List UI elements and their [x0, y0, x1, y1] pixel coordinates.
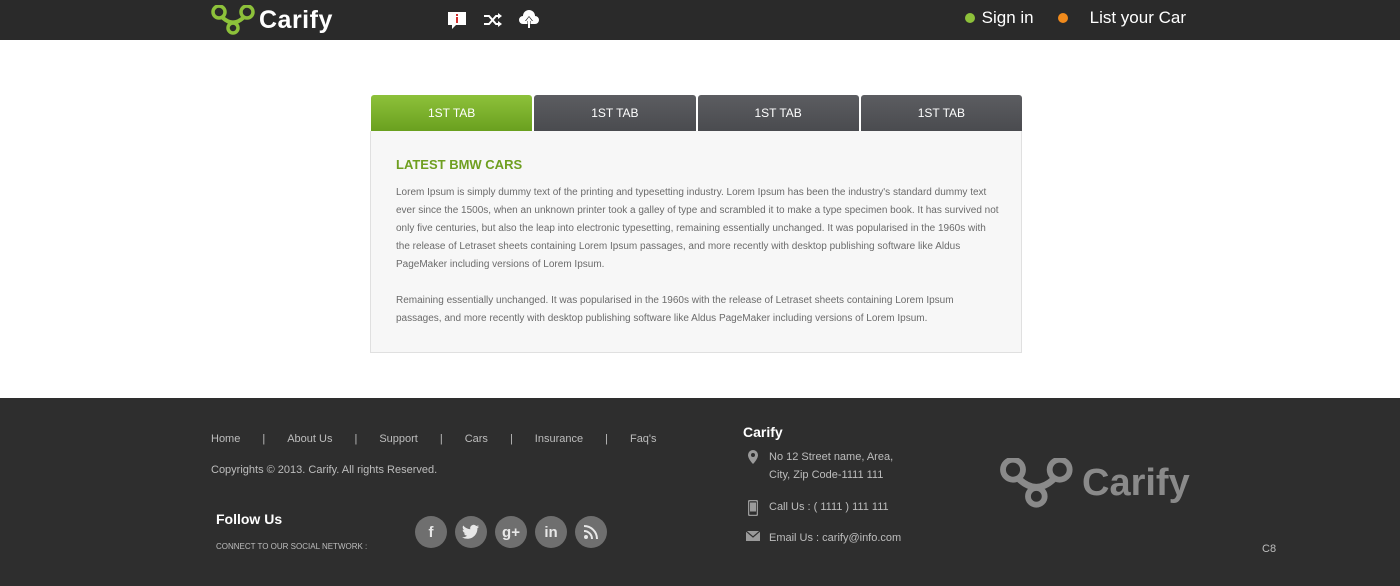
cloud-upload-icon[interactable]: [516, 8, 542, 32]
panel-title: LATEST BMW CARS: [396, 157, 523, 172]
facebook-icon[interactable]: f: [415, 516, 447, 548]
header-tools: [444, 8, 542, 32]
footer-link-insurance[interactable]: Insurance: [535, 433, 583, 445]
footer-link-home[interactable]: Home: [211, 433, 240, 445]
list-your-car-label: List your Car: [1089, 8, 1186, 27]
sign-in-label: Sign in: [981, 8, 1034, 27]
tab-panel: LATEST BMW CARS Lorem Ipsum is simply du…: [370, 131, 1022, 353]
contact-email: Email Us : carify@info.com: [745, 529, 901, 547]
carify-logo[interactable]: Carify: [211, 4, 333, 36]
info-speech-icon[interactable]: [444, 8, 470, 32]
copyright-text: Copyrights © 2013. Carify. All rights Re…: [211, 464, 438, 476]
footer-link-cars[interactable]: Cars: [465, 433, 488, 445]
tab-1[interactable]: 1ST TAB: [371, 95, 533, 131]
footer-link-about[interactable]: About Us: [287, 433, 332, 445]
header-nav: Sign in List your Car: [941, 8, 1186, 28]
footer-logo-text: Carify: [1082, 461, 1190, 504]
contact-address: No 12 Street name, Area, City, Zip Code-…: [745, 448, 893, 484]
address-line-2: City, Zip Code-1111 111: [769, 469, 884, 481]
footer-logo-mark-icon: [1000, 458, 1073, 508]
email-text[interactable]: Email Us : carify@info.com: [769, 529, 901, 547]
footer-separator: |: [605, 433, 608, 445]
address-line-1: No 12 Street name, Area,: [769, 451, 894, 463]
sign-in-link[interactable]: Sign in: [964, 8, 1034, 28]
footer-separator: |: [509, 433, 513, 445]
tab-4[interactable]: 1ST TAB: [860, 95, 1022, 131]
tab-2[interactable]: 1ST TAB: [534, 95, 696, 131]
footer-separator: |: [262, 433, 266, 445]
mobile-phone-icon: [745, 498, 761, 516]
orange-dot-icon: [1057, 13, 1068, 23]
follow-us-title: Follow Us: [216, 511, 283, 527]
follow-us-subtitle: CONNECT TO OUR SOCIAL NETWORK :: [216, 542, 368, 551]
shuffle-icon[interactable]: [480, 8, 506, 32]
call-text: Call Us : ( 1111 ) 111 111: [769, 501, 889, 513]
footer-carify-logo: Carify: [998, 458, 1190, 508]
contact-phone: Call Us : ( 1111 ) 111 111: [745, 498, 889, 516]
panel-paragraph-2: Remaining essentially unchanged. It was …: [396, 295, 954, 324]
list-your-car-link[interactable]: List your Car: [1057, 8, 1186, 28]
rss-icon[interactable]: [575, 516, 607, 548]
footer-link-support[interactable]: Support: [379, 433, 418, 445]
social-links: f g+ in: [415, 516, 607, 548]
tab-3[interactable]: 1ST TAB: [697, 95, 859, 131]
location-pin-icon: [745, 448, 761, 484]
logo-text: Carify: [259, 5, 333, 34]
contact-title: Carify: [743, 424, 783, 440]
footer-link-faqs[interactable]: Faq's: [630, 433, 657, 445]
linkedin-icon[interactable]: in: [535, 516, 567, 548]
twitter-icon[interactable]: [455, 516, 487, 548]
green-dot-icon: [964, 13, 975, 23]
footer-code: C8: [1262, 543, 1277, 555]
footer-separator: |: [354, 433, 358, 445]
envelope-icon: [745, 529, 761, 547]
footer-nav: Home | About Us | Support | Cars | Insur…: [211, 433, 657, 445]
logo-mark-icon: [211, 5, 255, 35]
panel-paragraph-1: Lorem Ipsum is simply dummy text of the …: [396, 187, 999, 270]
footer-separator: |: [439, 433, 443, 445]
footer: Home | About Us | Support | Cars | Insur…: [0, 398, 1400, 586]
google-plus-icon[interactable]: g+: [495, 516, 527, 548]
tab-bar: 1ST TAB 1ST TAB 1ST TAB 1ST TAB: [371, 95, 1022, 131]
header-bar: Carify Sign in List your Car: [0, 0, 1400, 40]
